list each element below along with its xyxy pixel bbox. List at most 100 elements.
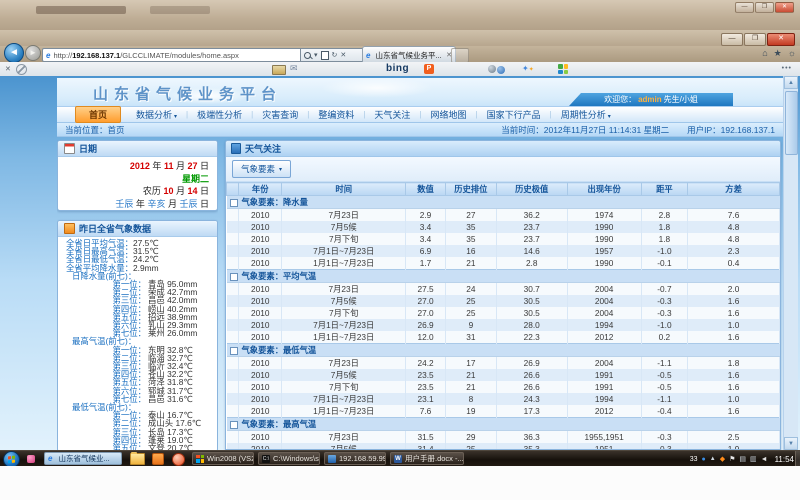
plugin-p-icon[interactable]: P: [424, 64, 434, 74]
maximize-button[interactable]: ❐: [744, 33, 766, 46]
scrollbar-thumb[interactable]: [785, 91, 798, 155]
nav-item-4[interactable]: 整编资料: [318, 108, 354, 121]
group-row: 气象要素：最高气温: [227, 418, 780, 431]
favorites-star-icon[interactable]: ★: [774, 48, 782, 59]
refresh-icon[interactable]: ↻: [332, 52, 338, 59]
welcome-username: admin: [638, 95, 662, 104]
table-cell: 1.8: [641, 221, 687, 233]
nav-item-3[interactable]: 灾害查询: [262, 108, 298, 121]
page-viewport: 山东省气候业务平台 欢迎您： admin 先生/小姐 首页数据分析▾|极端性分析…: [0, 76, 800, 450]
clock[interactable]: 11:54: [775, 455, 794, 464]
minimize-button[interactable]: —: [721, 33, 743, 46]
date-part: 壬辰: [179, 199, 197, 209]
display-icon[interactable]: ▥: [750, 456, 757, 463]
nav-menu: 首页数据分析▾|极端性分析|灾害查询|整编资料|天气关注|网络地图|国家下行产品…: [57, 106, 783, 123]
blocked-addon-icon[interactable]: [16, 64, 27, 75]
grid-addon-icon[interactable]: [558, 64, 568, 74]
background-close-button[interactable]: ✕: [775, 2, 794, 13]
table-cell: 26.9: [406, 319, 446, 331]
tray-flame-icon[interactable]: ◆: [720, 456, 725, 463]
row-checkbox-cell: [227, 405, 239, 418]
nav-item-6[interactable]: 网络地图: [431, 108, 467, 121]
bing-logo[interactable]: bing: [386, 63, 409, 74]
background-maximize-button[interactable]: ❐: [755, 2, 774, 13]
table-cell: 2.8: [641, 209, 687, 222]
nav-item-2[interactable]: 极端性分析: [197, 108, 242, 121]
toolbar-close-icon[interactable]: ✕: [5, 65, 11, 73]
nav-separator: |: [186, 110, 188, 119]
scroll-down-arrow[interactable]: ▼: [784, 437, 798, 450]
show-desktop-button[interactable]: [795, 451, 800, 467]
browser-tab[interactable]: e 山东省气候业务平... ✕: [362, 46, 456, 63]
table-cell: 36.2: [496, 209, 567, 222]
network-icon[interactable]: ▤: [739, 456, 746, 463]
table-cell: 2010: [239, 295, 282, 307]
table-cell: -0.7: [641, 283, 687, 296]
table-cell: 27: [445, 209, 496, 222]
table-cell: 2010: [239, 405, 282, 418]
tray-globe-icon[interactable]: ●: [702, 456, 706, 463]
stop-icon[interactable]: ✕: [340, 52, 346, 59]
page-scrollbar[interactable]: ▲ ▼: [783, 76, 798, 450]
explorer-folder-icon[interactable]: [130, 453, 145, 465]
table-cell: 9: [445, 319, 496, 331]
pinned-orange-app-icon[interactable]: [152, 453, 164, 465]
compatibility-view-icon[interactable]: [321, 51, 329, 60]
close-button[interactable]: ✕: [767, 33, 795, 46]
pinned-app-icon[interactable]: [27, 455, 35, 463]
calendar-icon: [64, 143, 75, 154]
mail-addon-icon[interactable]: ✉: [290, 63, 298, 74]
table-cell: 7月23日: [282, 431, 406, 444]
addon-circle-blue-icon[interactable]: [497, 66, 505, 74]
search-dropdown-icon[interactable]: ▾: [314, 52, 318, 59]
new-tab-button[interactable]: [451, 48, 469, 63]
nav-item-7[interactable]: 国家下行产品: [487, 108, 541, 121]
date-line-0: 2012 年 11 月 27 日: [58, 160, 209, 173]
home-icon[interactable]: ⌂: [762, 48, 767, 59]
column-header: 时间: [282, 183, 406, 196]
nav-item-5[interactable]: 天气关注: [374, 108, 410, 121]
nav-item-1[interactable]: 数据分析▾: [136, 108, 177, 121]
sparkle-addon-icon[interactable]: ✦✦: [522, 64, 534, 73]
show-hidden-icons[interactable]: ▲: [710, 456, 716, 462]
table-cell: 1.9: [688, 443, 780, 450]
card-addon-icon[interactable]: [272, 65, 286, 75]
element-filter-button[interactable]: 气象要素 ▾: [232, 160, 291, 178]
browser-window: — ❐ ✕ ◄ ► e http://192.168.137.1/GLCCLIM…: [0, 30, 800, 450]
taskbar-task-2[interactable]: 192.168.59.99...: [324, 452, 386, 465]
group-checkbox[interactable]: [230, 347, 238, 355]
search-icon[interactable]: [304, 52, 311, 59]
browser-window-controls: — ❐ ✕: [721, 33, 795, 46]
taskbar-active-browser[interactable]: e 山东省气候业...: [44, 452, 122, 465]
address-bar[interactable]: e http://192.168.137.1/GLCCLIMATE/module…: [42, 48, 304, 62]
group-cell: 气象要素：最低气温: [227, 344, 780, 357]
group-checkbox[interactable]: [230, 273, 238, 281]
nav-item-0[interactable]: 首页: [75, 106, 121, 123]
group-name: 气象要素：平均气温: [242, 271, 317, 281]
rank-value: 莱州 26.0mm: [148, 329, 197, 337]
tools-gear-icon[interactable]: ☼: [788, 48, 796, 59]
addon-circle-icon[interactable]: [488, 65, 496, 73]
volume-icon[interactable]: ◄: [761, 456, 768, 463]
taskbar-task-3[interactable]: W用户手册.docx -...: [390, 452, 464, 465]
table-cell: 2010: [239, 369, 282, 381]
row-checkbox-cell: [227, 431, 239, 444]
table-cell: 7月23日: [282, 283, 406, 296]
date-part: 星期二: [182, 174, 209, 184]
action-center-flag-icon[interactable]: ⚑: [729, 456, 735, 463]
background-minimize-button[interactable]: —: [735, 2, 754, 13]
group-checkbox[interactable]: [230, 199, 238, 207]
toolbar-more-icon[interactable]: •••: [782, 65, 792, 72]
back-button[interactable]: ◄: [4, 43, 24, 63]
scroll-up-arrow[interactable]: ▲: [784, 76, 798, 89]
weather-focus-panel: 天气关注 气象要素 ▾ 年份时间数值历史排位历史极值出现年份距平方差 气象要素：…: [225, 140, 781, 450]
media-player-icon[interactable]: [172, 453, 185, 466]
table-cell: -0.1: [641, 257, 687, 270]
taskbar-task-0[interactable]: Win2008 (VS2...: [192, 452, 254, 465]
group-checkbox[interactable]: [230, 421, 238, 429]
nav-item-8[interactable]: 周期性分析▾: [561, 108, 611, 121]
table-cell: 1957: [567, 245, 641, 257]
taskbar-task-1[interactable]: C:\C:\Windows\s...: [258, 452, 320, 465]
ie-icon: e: [48, 454, 52, 463]
forward-button[interactable]: ►: [25, 45, 41, 61]
